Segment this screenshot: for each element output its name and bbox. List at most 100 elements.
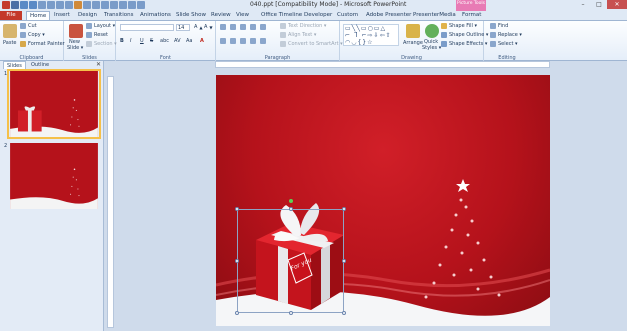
tab-slides[interactable]: Slides [3,61,26,69]
convert-smartart-button[interactable]: Convert to SmartArt ▾ [280,41,343,47]
decrease-indent-icon[interactable] [240,24,246,30]
character-spacing-button[interactable]: AV [174,38,181,44]
reset-button[interactable]: Reset [86,32,108,38]
tab-design[interactable]: Design [78,11,97,20]
increase-indent-icon[interactable] [250,24,256,30]
maximize-button[interactable]: □ [591,0,607,9]
resize-handle-ne[interactable] [342,207,346,211]
minimize-button[interactable]: – [575,0,591,9]
tab-view[interactable]: View [236,11,249,20]
rotation-handle[interactable] [289,199,293,203]
print-icon[interactable] [65,1,73,9]
align-text-button[interactable]: Align Text ▾ [280,32,316,38]
effects-icon [441,41,447,47]
slide-thumbnail-2[interactable] [9,143,99,209]
resize-handle-e[interactable] [342,259,346,263]
tab-insert[interactable]: Insert [54,11,70,20]
bold-button[interactable]: B [120,38,124,44]
arrange-icon[interactable] [406,24,420,38]
justify-icon[interactable] [250,38,256,44]
resize-handle-se[interactable] [342,311,346,315]
save-icon[interactable] [11,1,19,9]
tab-adobe-presenter[interactable]: Adobe Presenter [366,11,411,20]
change-case-button[interactable]: Aa [186,38,192,44]
tab-home[interactable]: Home [26,11,51,20]
align-right-icon[interactable] [240,38,246,44]
underline-button[interactable]: U [140,38,144,44]
select-button[interactable]: Select ▾ [490,41,518,47]
resize-handle-s[interactable] [289,311,293,315]
resize-handle-w[interactable] [235,259,239,263]
align-center-icon[interactable] [230,38,236,44]
undo-icon[interactable] [20,1,28,9]
slideshow-icon[interactable] [38,1,46,9]
chart-icon[interactable] [119,1,127,9]
layout-icon [86,23,92,29]
italic-button[interactable]: I [130,38,131,44]
shapes-gallery[interactable]: ▭╲╲▭○▭△ ⌐ ᒣ ⌐⇨⇩⇦⇧ ◠◡{}☆ [343,24,399,46]
line-spacing-icon[interactable] [260,24,266,30]
cut-button[interactable]: Cut [20,23,37,29]
tab-transitions[interactable]: Transitions [104,11,133,20]
shrink-font-button[interactable]: A ▼ [204,24,213,30]
selected-picture-outline[interactable] [237,209,344,313]
tab-developer[interactable]: Developer [304,11,332,20]
close-pane-icon[interactable]: ✕ [96,61,101,68]
copy-button[interactable]: Copy ▾ [20,32,45,38]
tab-outline[interactable]: Outline [28,61,52,69]
font-size-box[interactable]: 14 [176,24,190,31]
numbering-icon[interactable] [230,24,236,30]
replace-button[interactable]: Replace ▾ [490,32,522,38]
resize-handle-n[interactable] [289,207,293,211]
table-icon[interactable] [110,1,118,9]
new-icon[interactable] [47,1,55,9]
resize-handle-sw[interactable] [235,311,239,315]
textbox-icon[interactable] [128,1,136,9]
powerpoint-icon[interactable] [2,1,10,9]
draw-icon[interactable] [83,1,91,9]
strikethrough-button[interactable]: S [150,38,153,44]
columns-icon[interactable] [260,38,266,44]
shadow-button[interactable]: abc [160,38,169,44]
picture-icon[interactable] [101,1,109,9]
cursor-icon [490,41,496,47]
close-button[interactable]: ✕ [607,0,627,9]
quick-styles-icon[interactable] [425,24,439,38]
tab-custom[interactable]: Custom [337,11,358,20]
align-left-icon[interactable] [220,38,226,44]
shape-fill-button[interactable]: Shape Fill ▾ [441,23,477,29]
tab-office-timeline[interactable]: Office Timeline [261,11,302,20]
layout-button[interactable]: Layout ▾ [86,23,115,29]
tab-review[interactable]: Review [211,11,231,20]
find-button[interactable]: Find [490,23,508,29]
grow-font-button[interactable]: A ▲ [194,24,203,30]
tab-slide-show[interactable]: Slide Show [176,11,206,20]
spelling-icon[interactable] [74,1,82,9]
text-direction-button[interactable]: Text Direction ▾ [280,23,326,29]
shape-effects-button[interactable]: Shape Effects ▾ [441,41,487,47]
tab-presentermedia[interactable]: PresenterMedia [413,11,456,20]
format-painter-button[interactable]: Format Painter [20,41,65,47]
paste-button[interactable]: Paste [3,40,17,46]
tab-format[interactable]: Format [462,11,481,20]
quick-styles-dropdown[interactable]: Styles ▾ [422,45,441,51]
arrange-button[interactable]: Arrange [403,40,423,46]
shapes-icon[interactable] [92,1,100,9]
resize-handle-nw[interactable] [235,207,239,211]
paste-icon[interactable] [3,24,17,38]
slides-pane: Slides Outline ✕ 1 2 [0,61,104,331]
section-button[interactable]: Section ▾ [86,41,117,47]
tab-file[interactable]: File [0,11,22,20]
tab-animations[interactable]: Animations [140,11,171,20]
open-icon[interactable] [56,1,64,9]
slide-canvas[interactable]: For you [216,75,550,326]
font-name-box[interactable] [120,24,174,31]
redo-icon[interactable] [29,1,37,9]
new-slide-icon[interactable] [69,24,83,38]
customize-qat-icon[interactable] [137,1,145,9]
shape-outline-button[interactable]: Shape Outline ▾ [441,32,488,38]
new-slide-dropdown[interactable]: Slide ▾ [67,45,83,51]
font-color-button[interactable]: A [200,38,204,44]
bullets-icon[interactable] [220,24,226,30]
slide-thumbnail-1[interactable] [7,69,101,139]
